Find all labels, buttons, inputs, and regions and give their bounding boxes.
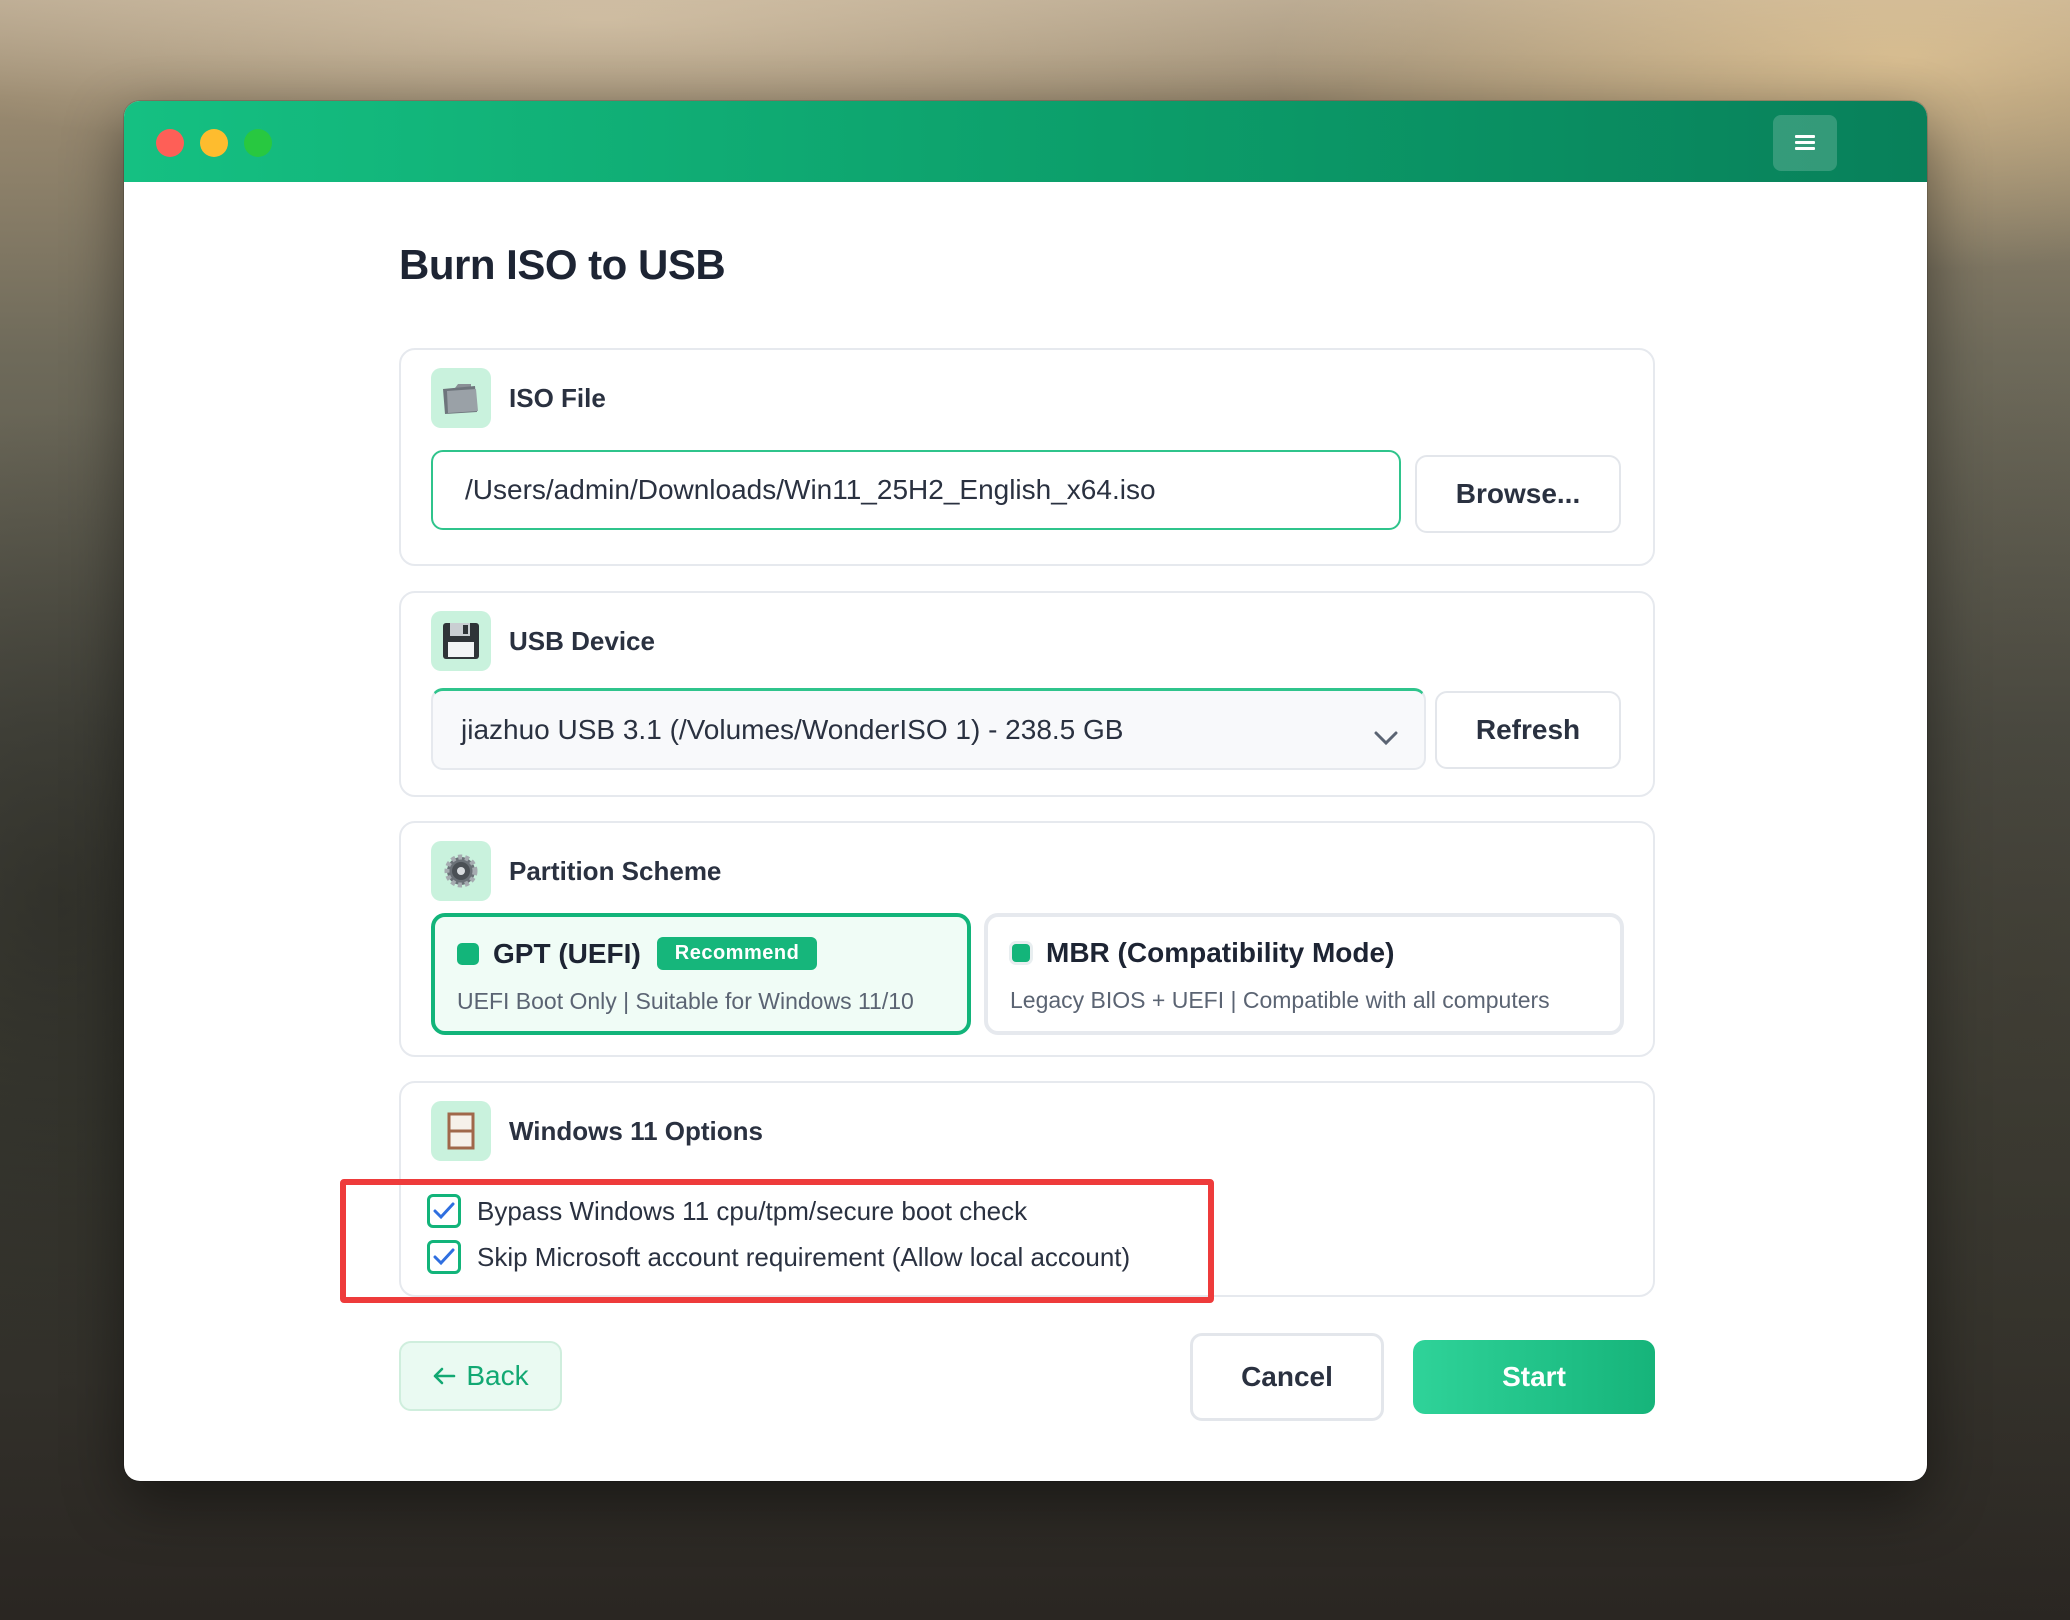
arrow-left-icon xyxy=(434,1367,456,1385)
page-title: Burn ISO to USB xyxy=(399,241,726,288)
titlebar xyxy=(124,101,1927,182)
app-window: Burn ISO to USB ISO File Browse... xyxy=(124,101,1927,1481)
usb-device-selected-value: jiazhuo USB 3.1 (/Volumes/WonderISO 1) -… xyxy=(461,713,1124,745)
recommend-badge: Recommend xyxy=(656,937,818,970)
option-description: UEFI Boot Only | Suitable for Windows 11… xyxy=(457,988,914,1014)
refresh-button[interactable]: Refresh xyxy=(1435,691,1621,769)
close-window-button[interactable] xyxy=(156,129,184,157)
option-title: MBR (Compatibility Mode) xyxy=(1046,937,1395,968)
partition-scheme-title: Partition Scheme xyxy=(509,855,722,886)
usb-device-title: USB Device xyxy=(509,625,655,656)
option-description: Legacy BIOS + UEFI | Compatible with all… xyxy=(1010,987,1550,1013)
radio-selected-indicator xyxy=(457,942,479,965)
back-button-label: Back xyxy=(466,1360,529,1391)
usb-device-card: USB Device jiazhuo USB 3.1 (/Volumes/Won… xyxy=(399,591,1655,797)
back-button[interactable]: Back xyxy=(399,1341,562,1411)
maximize-window-button[interactable] xyxy=(244,129,272,157)
menu-button[interactable] xyxy=(1773,115,1837,171)
partition-scheme-card: Partition Scheme GPT (UEFI) Recommend UE… xyxy=(399,821,1655,1057)
partition-option-mbr[interactable]: MBR (Compatibility Mode) Legacy BIOS + U… xyxy=(984,913,1624,1035)
floppy-disk-icon xyxy=(431,611,491,671)
hamburger-menu-icon xyxy=(1795,135,1815,151)
radio-indicator xyxy=(1012,944,1030,962)
highlight-annotation-box xyxy=(340,1179,1214,1303)
chevron-down-icon xyxy=(1374,721,1398,753)
folder-icon xyxy=(431,368,491,428)
iso-file-card: ISO File Browse... xyxy=(399,348,1655,566)
minimize-window-button[interactable] xyxy=(200,129,228,157)
start-button[interactable]: Start xyxy=(1413,1340,1655,1414)
iso-file-title: ISO File xyxy=(509,382,606,413)
partition-option-gpt[interactable]: GPT (UEFI) Recommend UEFI Boot Only | Su… xyxy=(431,913,971,1035)
usb-device-select[interactable]: jiazhuo USB 3.1 (/Volumes/WonderISO 1) -… xyxy=(431,688,1426,770)
gear-icon xyxy=(431,841,491,901)
iso-path-input[interactable] xyxy=(431,450,1401,530)
browse-button[interactable]: Browse... xyxy=(1415,455,1621,533)
option-title: GPT (UEFI) xyxy=(493,937,641,969)
window-icon xyxy=(431,1101,491,1161)
cancel-button[interactable]: Cancel xyxy=(1190,1333,1384,1421)
windows11-options-title: Windows 11 Options xyxy=(509,1115,764,1146)
